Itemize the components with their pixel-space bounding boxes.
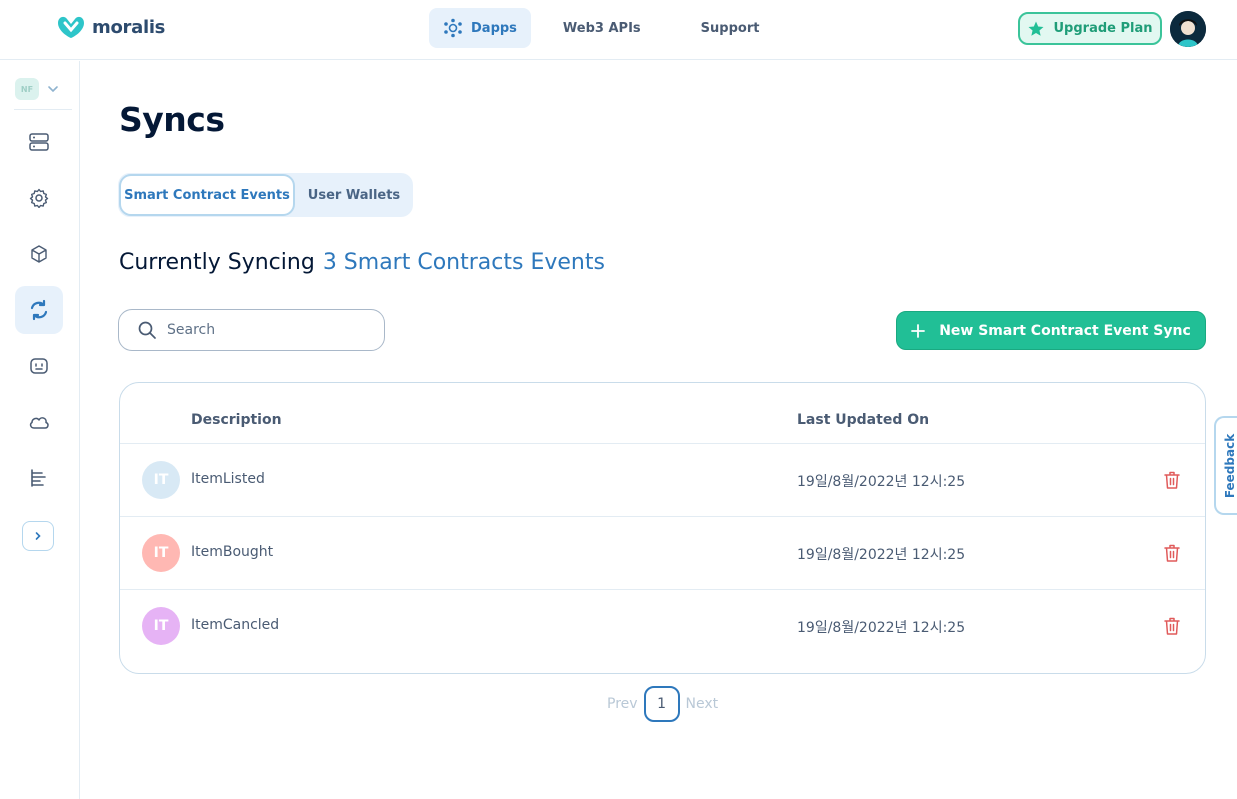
syncing-label: Currently Syncing — [119, 250, 315, 275]
row-last-updated: 19일/8월/2022년 12시:25 — [797, 620, 966, 636]
new-smart-contract-event-sync-button[interactable]: New Smart Contract Event Sync — [896, 311, 1206, 350]
org-switcher[interactable]: NF — [15, 78, 59, 100]
upgrade-plan-button[interactable]: Upgrade Plan — [1018, 12, 1162, 45]
delete-trash-icon[interactable] — [1163, 616, 1181, 636]
brand-name: moralis — [92, 16, 166, 38]
search-icon — [138, 321, 156, 339]
plugin-icon — [30, 358, 48, 374]
moralis-logo-icon — [58, 16, 84, 38]
avatar-illustration-icon — [1170, 11, 1206, 47]
row-description: ItemBought — [191, 544, 274, 560]
servers-icon — [29, 133, 49, 151]
nav-dapps[interactable]: Dapps — [429, 8, 531, 48]
star-icon — [1028, 21, 1044, 36]
sidebar: NF — [0, 61, 80, 799]
new-sync-label: New Smart Contract Event Sync — [939, 322, 1191, 339]
syncing-count: 3 Smart Contracts Events — [322, 250, 605, 275]
page-title: Syncs — [119, 100, 225, 139]
row-description: ItemListed — [191, 471, 265, 487]
sidebar-item-plugins[interactable] — [15, 342, 63, 390]
row-initials-avatar: IT — [142, 607, 180, 645]
sidebar-item-servers[interactable] — [15, 118, 63, 166]
cloud-icon — [29, 417, 49, 429]
top-navigation-bar: moralis Dapps Web3 APIs Support Upgrade — [0, 0, 1237, 60]
pagination: Prev 1 Next — [607, 686, 718, 722]
pagination-prev[interactable]: Prev — [607, 696, 638, 712]
tab-smart-contract-events[interactable]: Smart Contract Events — [119, 174, 295, 216]
main-nav: Dapps Web3 APIs Support — [429, 8, 773, 48]
table-row[interactable]: IT ItemListed 19일/8월/2022년 12시:25 — [120, 443, 1205, 516]
nav-dapps-label: Dapps — [471, 20, 517, 36]
tab-user-wallets[interactable]: User Wallets — [298, 173, 410, 217]
sidebar-divider — [14, 109, 72, 110]
table-row[interactable]: IT ItemCancled 19일/8월/2022년 12시:25 — [120, 589, 1205, 662]
delete-trash-icon[interactable] — [1163, 470, 1181, 490]
pagination-page-current[interactable]: 1 — [643, 686, 680, 722]
sidebar-item-cube[interactable] — [15, 230, 63, 278]
column-header-description: Description — [191, 412, 282, 428]
pagination-next[interactable]: Next — [686, 696, 719, 712]
plus-icon — [911, 323, 926, 338]
nav-support-label: Support — [700, 20, 760, 36]
org-badge: NF — [15, 78, 39, 100]
nav-web3-apis-label: Web3 APIs — [562, 20, 641, 36]
sidebar-item-settings[interactable] — [15, 174, 63, 222]
delete-trash-icon[interactable] — [1163, 543, 1181, 563]
sync-icon — [30, 299, 48, 321]
feedback-tab[interactable]: Feedback — [1214, 416, 1237, 515]
sidebar-expand-button[interactable] — [22, 521, 54, 551]
settings-gear-icon — [29, 188, 49, 208]
chevron-right-icon — [35, 532, 41, 540]
row-initials-avatar: IT — [142, 461, 180, 499]
feedback-label: Feedback — [1223, 433, 1237, 498]
sidebar-item-cloud[interactable] — [15, 398, 63, 446]
chevron-down-icon — [48, 86, 58, 93]
logs-chart-icon — [31, 469, 46, 487]
table-row[interactable]: IT ItemBought 19일/8월/2022년 12시:25 — [120, 516, 1205, 589]
upgrade-plan-label: Upgrade Plan — [1053, 21, 1153, 36]
syncs-table: Description Last Updated On IT ItemListe… — [119, 382, 1206, 674]
search-input[interactable] — [167, 322, 357, 338]
row-last-updated: 19일/8월/2022년 12시:25 — [797, 547, 966, 563]
sidebar-item-syncs[interactable] — [15, 286, 63, 334]
nav-support[interactable]: Support — [687, 8, 774, 48]
column-header-last-updated: Last Updated On — [797, 412, 930, 428]
sidebar-item-logs[interactable] — [15, 454, 63, 502]
row-description: ItemCancled — [191, 617, 280, 633]
row-initials-avatar: IT — [142, 534, 180, 572]
search-box[interactable] — [118, 309, 385, 351]
moralis-logo[interactable]: moralis — [56, 14, 165, 40]
syncing-summary: Currently Syncing 3 Smart Contracts Event… — [119, 250, 605, 275]
cube-icon — [31, 245, 47, 263]
sync-type-tabs: Smart Contract Events User Wallets — [118, 173, 413, 217]
nav-web3-apis[interactable]: Web3 APIs — [549, 8, 655, 48]
user-avatar[interactable] — [1170, 11, 1206, 47]
row-last-updated: 19일/8월/2022년 12시:25 — [797, 474, 966, 490]
dapps-icon — [444, 18, 462, 38]
